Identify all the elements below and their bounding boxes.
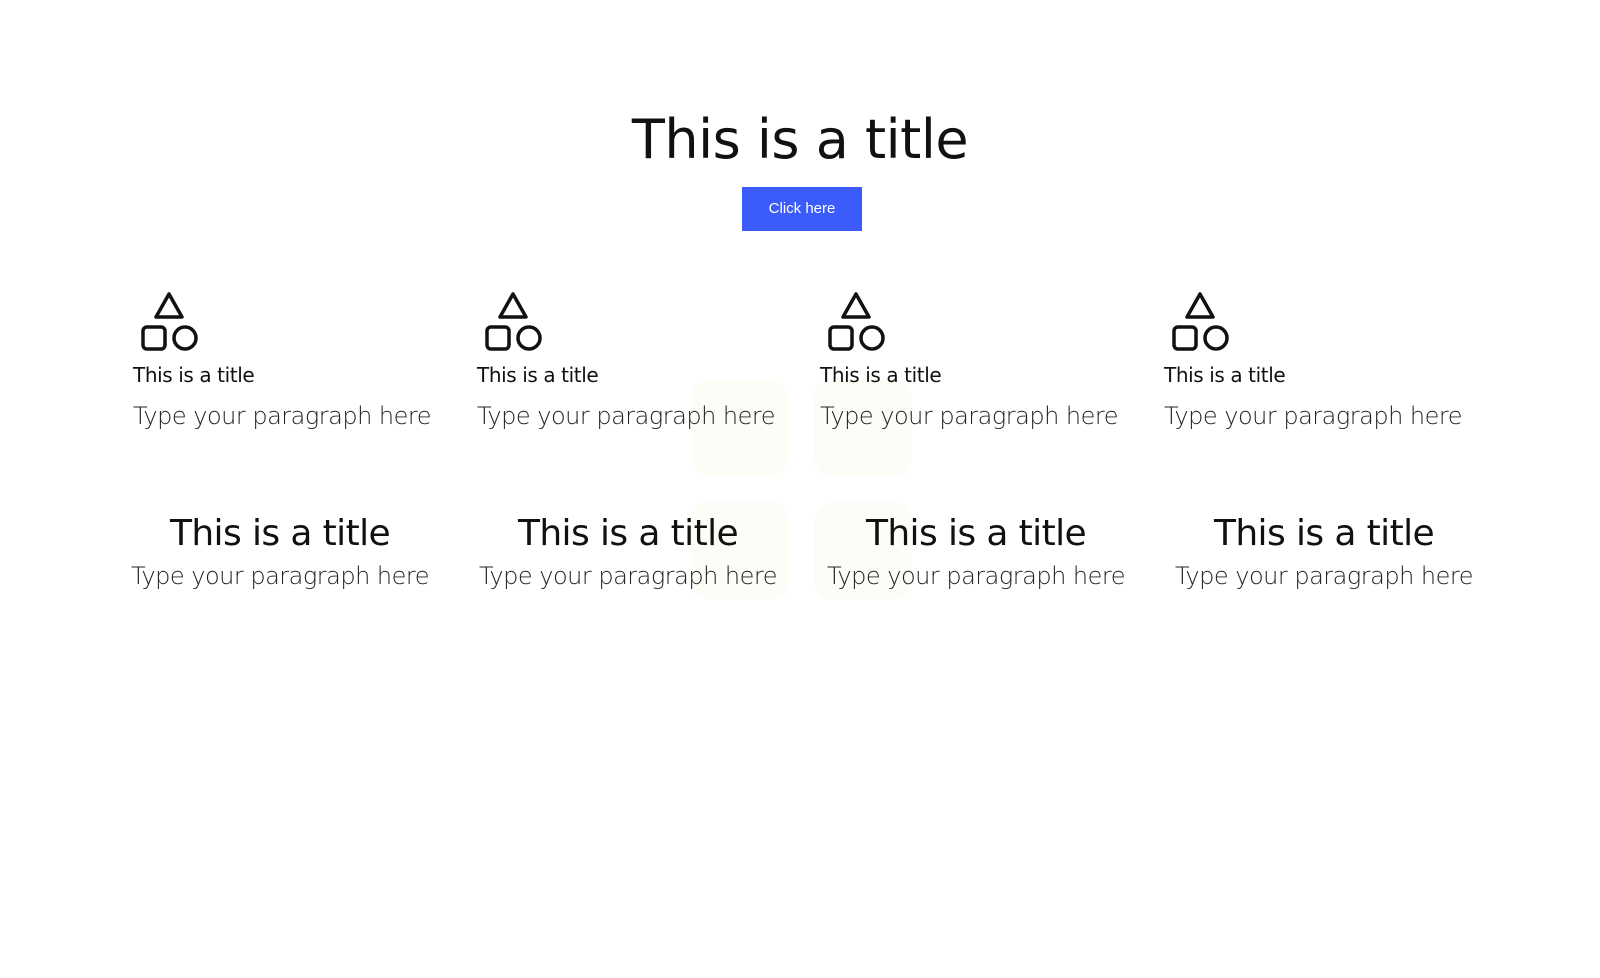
feature-title: This is a title bbox=[1164, 363, 1286, 387]
feature-title: This is a title bbox=[133, 363, 255, 387]
feature-text: Type your paragraph here bbox=[133, 402, 432, 430]
shapes-icon bbox=[141, 292, 198, 351]
feature-card: This is a title Type your paragraph here bbox=[1164, 290, 1494, 432]
stat-text: Type your paragraph here bbox=[827, 562, 1126, 590]
page: This is a title Click here This is a tit… bbox=[0, 0, 1600, 978]
click-here-button[interactable]: Click here bbox=[742, 187, 862, 231]
feature-card: This is a title Type your paragraph here bbox=[133, 290, 463, 432]
stat-block: This is a title Type your paragraph here bbox=[826, 510, 1126, 592]
feature-card: This is a title Type your paragraph here bbox=[820, 290, 1150, 432]
stat-text: Type your paragraph here bbox=[1175, 562, 1474, 590]
shapes-icon bbox=[1172, 292, 1229, 351]
hero-title: This is a title bbox=[631, 108, 969, 171]
stat-text: Type your paragraph here bbox=[479, 562, 778, 590]
feature-title: This is a title bbox=[477, 363, 599, 387]
feature-card: This is a title Type your paragraph here bbox=[477, 290, 807, 432]
feature-text: Type your paragraph here bbox=[1164, 402, 1463, 430]
stat-title: This is a title bbox=[169, 513, 391, 554]
feature-title: This is a title bbox=[820, 363, 942, 387]
stat-title: This is a title bbox=[517, 513, 739, 554]
shapes-icon bbox=[828, 292, 885, 351]
feature-text: Type your paragraph here bbox=[820, 402, 1119, 430]
stat-title: This is a title bbox=[1213, 513, 1435, 554]
feature-text: Type your paragraph here bbox=[477, 402, 776, 430]
stat-block: This is a title Type your paragraph here bbox=[1174, 510, 1474, 592]
shapes-icon bbox=[485, 292, 542, 351]
stat-text: Type your paragraph here bbox=[131, 562, 430, 590]
hero-section: This is a title bbox=[0, 104, 1600, 176]
stat-block: This is a title Type your paragraph here bbox=[478, 510, 778, 592]
stat-title: This is a title bbox=[865, 513, 1087, 554]
stat-block: This is a title Type your paragraph here bbox=[130, 510, 430, 592]
